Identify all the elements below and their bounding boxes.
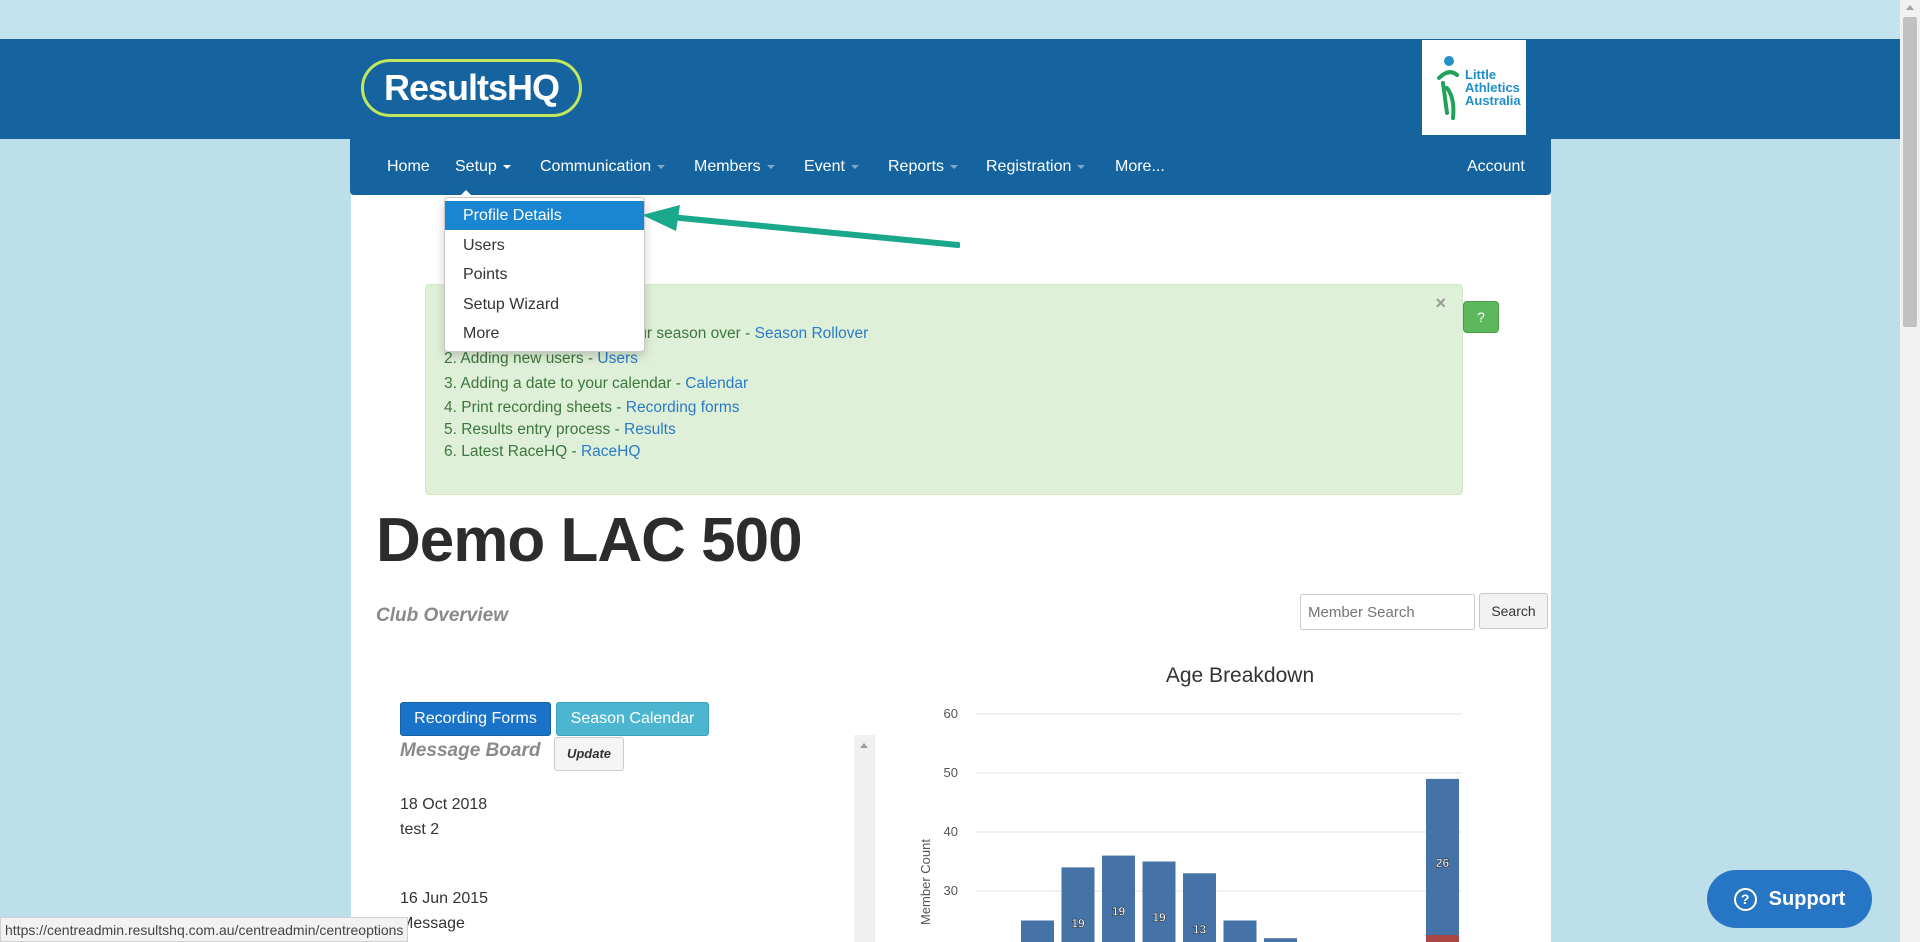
support-button[interactable]: ? Support (1707, 870, 1872, 928)
chart-data-label: 13 (1193, 922, 1207, 936)
chart-y-tick-label: 30 (944, 883, 958, 898)
age-breakdown-chart: 60 50 40 30 Member Count 19 19 19 13 26 (918, 706, 1462, 942)
header-band (0, 39, 1900, 139)
message-body: test 2 (400, 821, 440, 838)
logo-text: ResultsHQ (383, 67, 560, 108)
chart-y-axis-label: Member Count (918, 839, 933, 925)
alert-link-users[interactable]: Users (597, 350, 637, 367)
caret-down-icon (1077, 164, 1086, 169)
dropdown-tip (459, 190, 473, 197)
caret-down-icon (502, 164, 511, 169)
main-navbar: Home Setup Communication Members Event R… (350, 139, 1551, 195)
alert-line: 6. Latest RaceHQ - RaceHQ (444, 443, 641, 460)
status-bar-url: https://centreadmin.resultshq.com.au/cen… (0, 917, 409, 942)
chart-bar[interactable] (1142, 861, 1176, 942)
nav-reports[interactable]: Reports (888, 139, 959, 195)
caret-down-icon (950, 164, 959, 169)
chart-data-label: 19 (1152, 911, 1166, 925)
page-subtitle: Club Overview (376, 605, 508, 626)
nav-communication[interactable]: Communication (540, 139, 666, 195)
chart-bar[interactable] (1223, 920, 1257, 942)
nav-members[interactable]: Members (694, 139, 775, 195)
menu-item-profile-details[interactable]: Profile Details (445, 201, 644, 230)
chart-data-label: 19 (1071, 916, 1085, 930)
alert-line: d your season over - Season Rollover (609, 325, 869, 342)
update-button[interactable]: Update (554, 737, 624, 771)
scroll-up-icon[interactable] (1906, 5, 1914, 10)
caret-down-icon (766, 164, 775, 169)
question-circle-icon: ? (1733, 887, 1757, 911)
runner-figure-icon (1437, 55, 1459, 120)
chart-bar[interactable] (1021, 920, 1054, 942)
annotation-arrow-icon (642, 205, 960, 248)
little-athletics-logo: Little Athletics Australia (1422, 40, 1526, 135)
menu-item-more[interactable]: More (445, 319, 644, 348)
close-icon[interactable]: × (1435, 293, 1446, 314)
resultshq-logo[interactable]: ResultsHQ (361, 59, 582, 117)
message-body: Message (400, 915, 465, 932)
chart-y-tick-label: 60 (944, 706, 958, 721)
alert-link-recording-forms[interactable]: Recording forms (626, 399, 740, 416)
page-title: Demo LAC 500 (376, 506, 803, 575)
chart-bar[interactable] (1102, 855, 1135, 942)
support-label: Support (1768, 887, 1846, 910)
menu-item-users[interactable]: Users (445, 231, 644, 260)
chart-data-label: 26 (1436, 856, 1450, 870)
alert-line: 5. Results entry process - Results (444, 421, 676, 438)
alert-link-results[interactable]: Results (624, 421, 676, 438)
chart-title: Age Breakdown (1165, 664, 1315, 687)
nav-event[interactable]: Event (804, 139, 859, 195)
alert-link-calendar[interactable]: Calendar (685, 375, 748, 392)
chart-data-label: 19 (1112, 905, 1126, 919)
menu-item-setup-wizard[interactable]: Setup Wizard (445, 290, 644, 319)
help-button[interactable]: ? (1463, 301, 1499, 333)
nav-more[interactable]: More... (1115, 139, 1165, 195)
nav-registration[interactable]: Registration (986, 139, 1086, 195)
alert-line: 3. Adding a date to your calendar - Cale… (444, 375, 749, 392)
page-scrollbar[interactable] (1900, 0, 1920, 942)
chart-bar[interactable] (1061, 867, 1095, 942)
nav-home[interactable]: Home (387, 139, 430, 195)
recording-forms-button[interactable]: Recording Forms (400, 702, 551, 736)
search-button[interactable]: Search (1479, 593, 1548, 629)
caret-down-icon (657, 164, 666, 169)
setup-dropdown-menu: Profile Details Users Points Setup Wizar… (444, 197, 645, 352)
season-calendar-button[interactable]: Season Calendar (556, 702, 709, 736)
message-board-scrollbar[interactable] (854, 735, 875, 942)
chart-y-tick-label: 40 (944, 824, 958, 839)
nav-account[interactable]: Account (1467, 139, 1525, 195)
message-date: 16 Jun 2015 (400, 890, 489, 907)
alert-link-racehq[interactable]: RaceHQ (581, 443, 640, 460)
chart-y-tick-label: 50 (944, 765, 958, 780)
alert-link-season-rollover[interactable]: Season Rollover (755, 325, 869, 342)
nav-setup[interactable]: Setup (455, 139, 511, 195)
member-search-input[interactable] (1300, 594, 1475, 630)
partner-logo-text: Little Athletics Australia (1465, 67, 1521, 108)
scroll-up-icon[interactable] (860, 743, 868, 748)
page-background (0, 0, 1920, 39)
caret-down-icon (850, 164, 859, 169)
alert-line: 4. Print recording sheets - Recording fo… (444, 399, 740, 416)
alert-line: 2. Adding new users - Users (444, 350, 638, 367)
scrollbar-thumb[interactable] (1903, 17, 1917, 327)
message-board-title: Message Board (400, 740, 541, 761)
chart-bar-secondary[interactable] (1426, 935, 1459, 942)
menu-item-points[interactable]: Points (445, 260, 644, 289)
chart-bar[interactable] (1264, 938, 1297, 942)
message-date: 18 Oct 2018 (400, 796, 488, 813)
